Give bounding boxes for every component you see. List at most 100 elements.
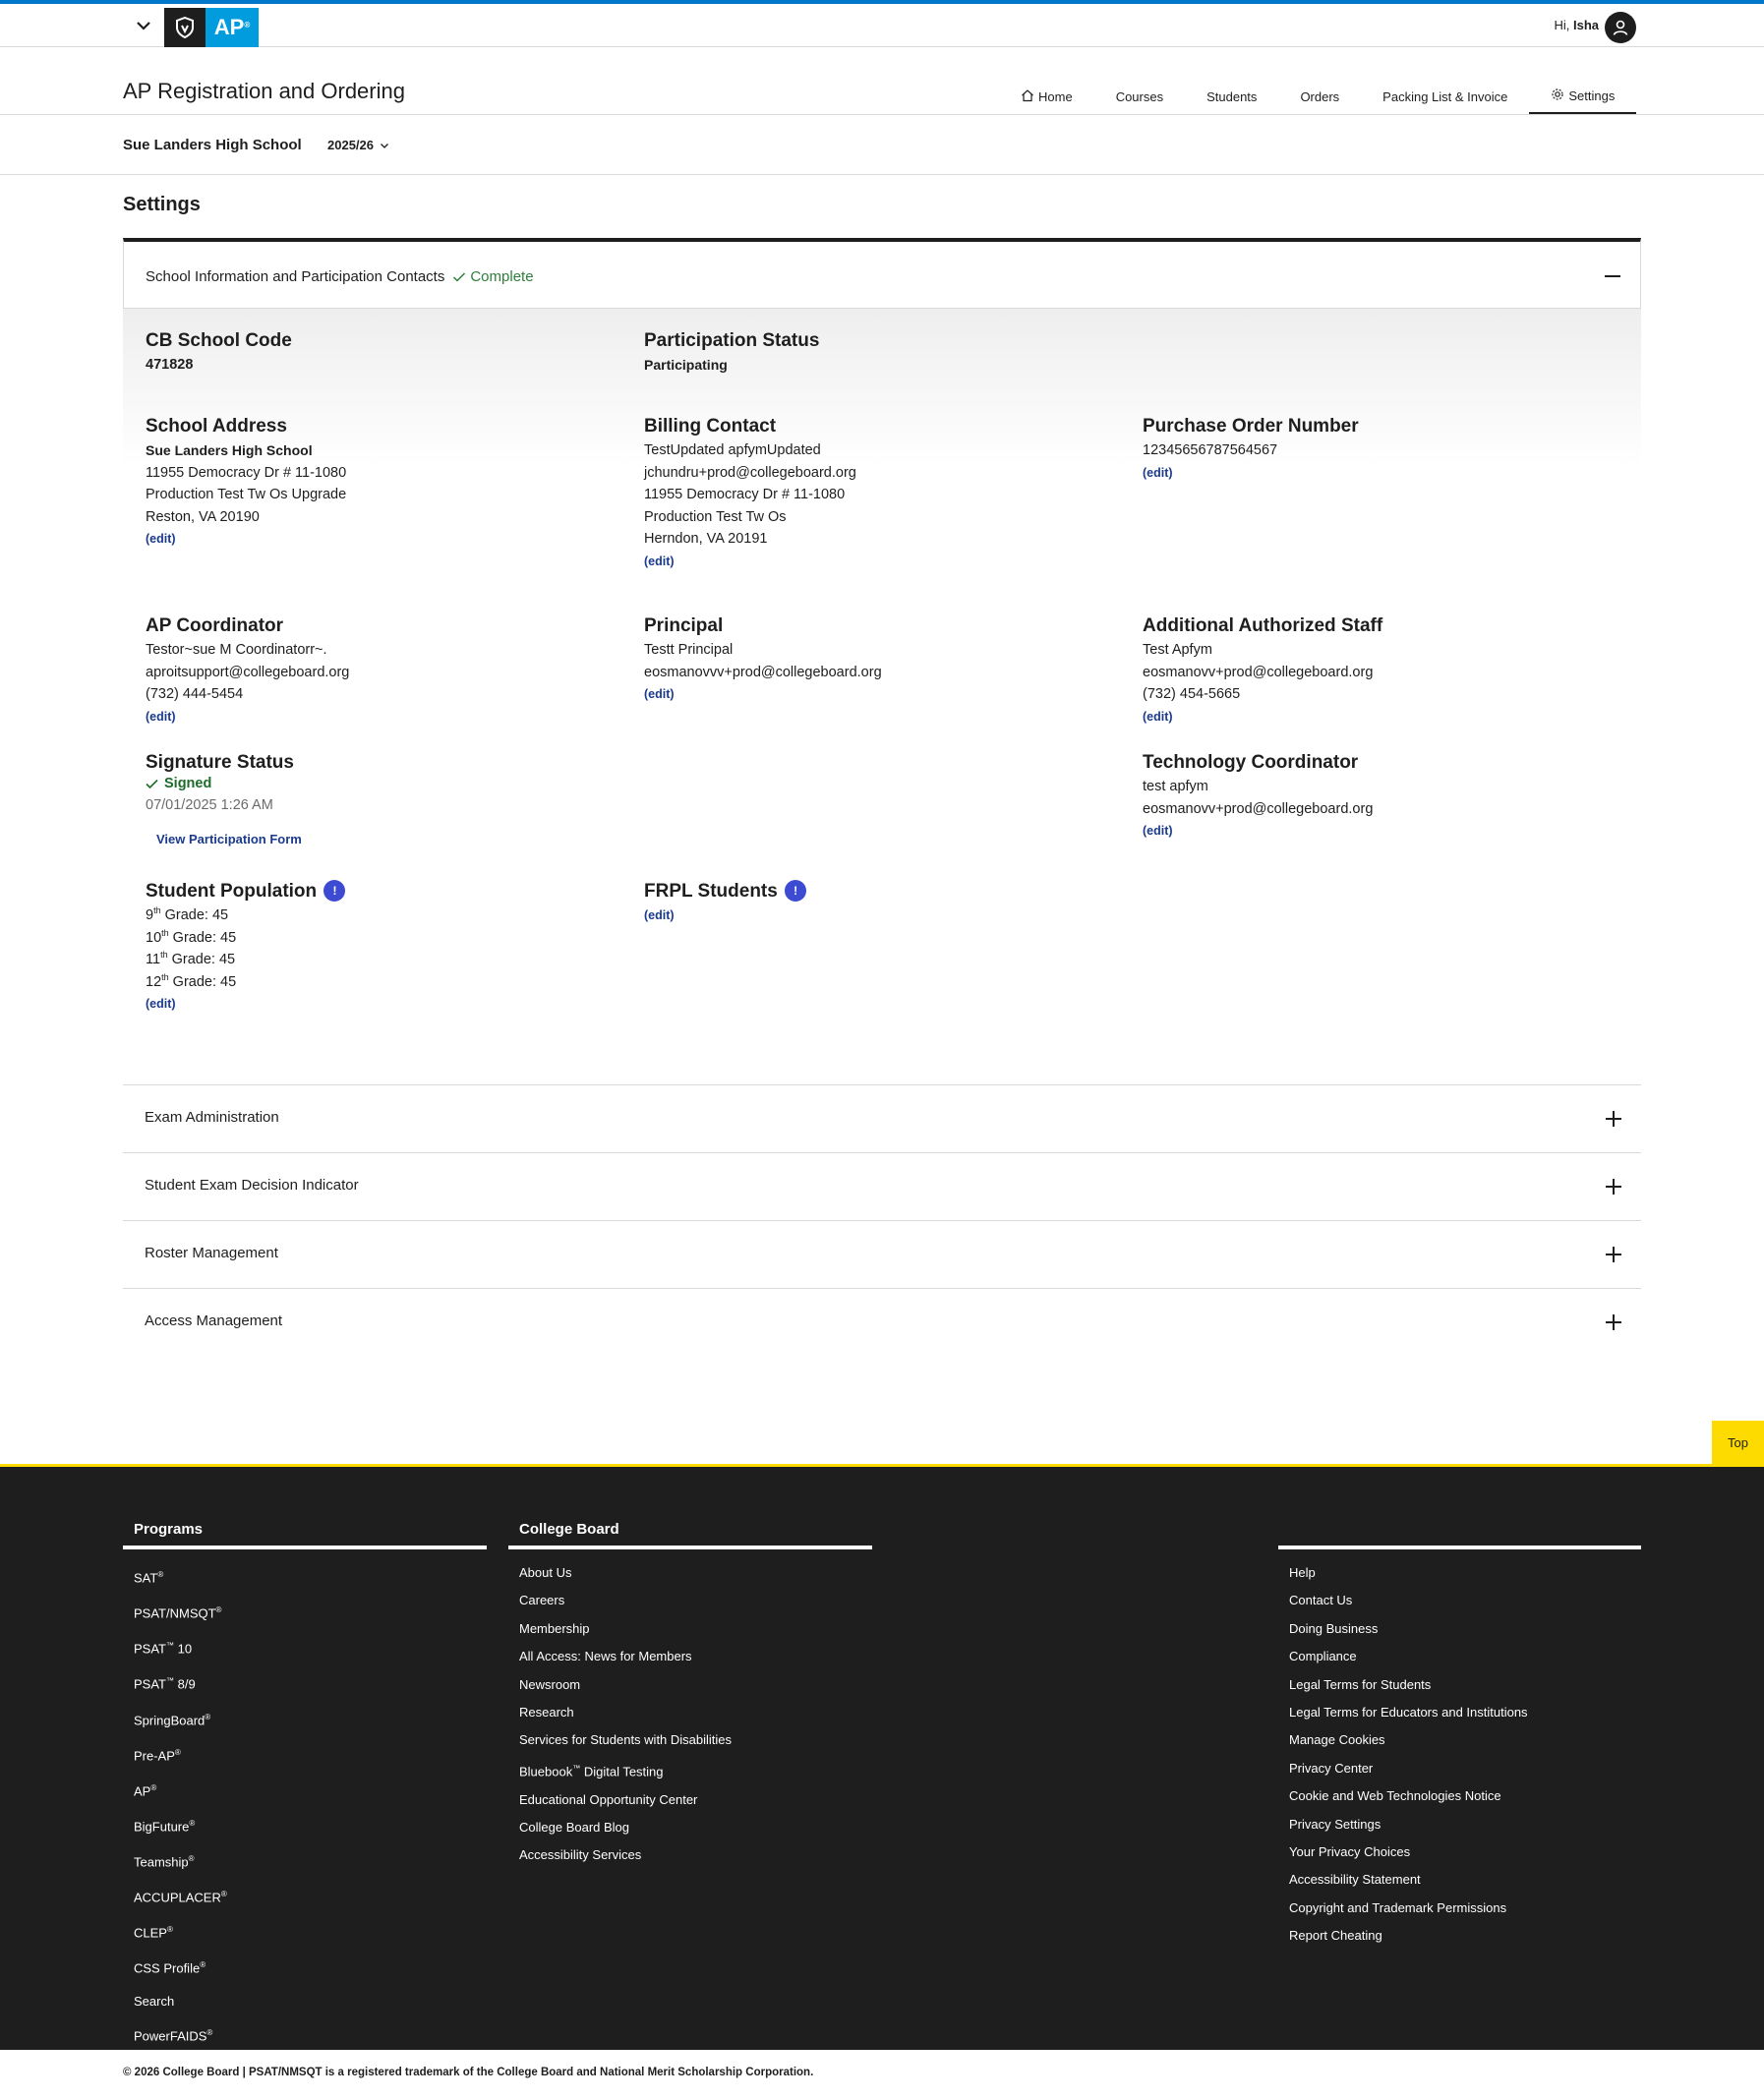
footer-link[interactable]: PSAT/NMSQT® bbox=[123, 1595, 487, 1630]
edit-frpl-link[interactable]: (edit) bbox=[644, 904, 806, 926]
accordion-roster-management[interactable]: Roster Management bbox=[123, 1220, 1641, 1288]
nav-home[interactable]: Home bbox=[999, 79, 1094, 114]
accordion-student-exam-decision[interactable]: Student Exam Decision Indicator bbox=[123, 1152, 1641, 1220]
footer-link[interactable]: Your Privacy Choices bbox=[1278, 1838, 1641, 1866]
divider bbox=[1278, 1546, 1641, 1549]
footer-link[interactable]: PSAT™ 10 bbox=[123, 1630, 487, 1665]
po-number-block: Purchase Order Number 12345656787564567 … bbox=[1143, 416, 1359, 484]
divider bbox=[0, 114, 1764, 115]
view-participation-form-link[interactable]: View Participation Form bbox=[156, 832, 302, 846]
footer-link[interactable]: Help bbox=[1278, 1559, 1641, 1587]
footer-link[interactable]: Services for Students with Disabilities bbox=[508, 1726, 872, 1754]
footer-link[interactable]: Pre-AP® bbox=[123, 1737, 487, 1773]
expand-icon[interactable] bbox=[1606, 1314, 1621, 1330]
footer-link[interactable]: Search bbox=[123, 1986, 487, 2018]
footer-link-text: About Us bbox=[519, 1565, 572, 1580]
footer-link[interactable]: CLEP® bbox=[123, 1914, 487, 1950]
additional-staff-block: Additional Authorized Staff Test Apfym e… bbox=[1143, 615, 1382, 728]
divider bbox=[508, 1546, 872, 1549]
footer-link[interactable]: Teamship® bbox=[123, 1843, 487, 1879]
footer-link[interactable]: Compliance bbox=[1278, 1643, 1641, 1670]
address-line: 11955 Democracy Dr # 11-1080 bbox=[146, 464, 347, 481]
student-population-heading: Student Population ! bbox=[146, 880, 346, 903]
footer-link[interactable]: PowerFAIDS® bbox=[123, 2017, 487, 2053]
nav-settings[interactable]: Settings bbox=[1529, 79, 1637, 114]
accordion-access-management[interactable]: Access Management bbox=[123, 1288, 1641, 1356]
footer-link-text: CLEP bbox=[134, 1925, 167, 1941]
avatar[interactable] bbox=[1605, 12, 1636, 43]
footer-link[interactable]: All Access: News for Members bbox=[508, 1643, 872, 1670]
footer-link[interactable]: Legal Terms for Students bbox=[1278, 1671, 1641, 1699]
footer-link[interactable]: SAT® bbox=[123, 1559, 487, 1595]
footer-link-text: Services for Students with Disabilities bbox=[519, 1732, 733, 1748]
footer-link[interactable]: PSAT™ 8/9 bbox=[123, 1665, 487, 1701]
footer-link[interactable]: Accessibility Statement bbox=[1278, 1866, 1641, 1894]
trademark-mark: ™ bbox=[166, 1641, 174, 1651]
back-to-top-button[interactable]: Top bbox=[1712, 1421, 1764, 1464]
expand-icon[interactable] bbox=[1606, 1111, 1621, 1127]
accordion-school-info[interactable]: School Information and Participation Con… bbox=[123, 238, 1641, 309]
footer-link[interactable]: Educational Opportunity Center bbox=[508, 1786, 872, 1814]
grade-number: 10 bbox=[146, 929, 162, 946]
billing-line: TestUpdated apfymUpdated bbox=[644, 442, 821, 458]
accordion-exam-administration[interactable]: Exam Administration bbox=[123, 1084, 1641, 1152]
grade-suffix: th bbox=[153, 905, 161, 915]
help-links-list: Help Contact Us Doing Business Compliance Le… bbox=[1278, 1559, 1641, 1951]
footer-link[interactable]: Legal Terms for Educators and Institutio… bbox=[1278, 1699, 1641, 1726]
footer-link[interactable]: Copyright and Trademark Permissions bbox=[1278, 1895, 1641, 1922]
edit-coordinator-link[interactable]: (edit) bbox=[146, 706, 349, 728]
ap-coordinator-label: AP Coordinator bbox=[146, 615, 284, 636]
expand-icon[interactable] bbox=[1606, 1179, 1621, 1195]
info-icon[interactable]: ! bbox=[323, 880, 346, 902]
footer-link-text: All Access: News for Members bbox=[519, 1649, 692, 1664]
footer-link[interactable]: Privacy Center bbox=[1278, 1755, 1641, 1782]
edit-principal-link[interactable]: (edit) bbox=[644, 683, 882, 705]
billing-line: Production Test Tw Os bbox=[644, 508, 787, 525]
info-icon[interactable]: ! bbox=[785, 880, 807, 902]
edit-staff-link[interactable]: (edit) bbox=[1143, 706, 1382, 728]
footer-link[interactable]: Privacy Settings bbox=[1278, 1811, 1641, 1838]
footer-link-text: Research bbox=[519, 1705, 574, 1721]
ap-logo[interactable]: AP ® bbox=[206, 8, 259, 47]
edit-billing-link[interactable]: (edit) bbox=[644, 551, 856, 572]
footer-link[interactable]: Accessibility Services bbox=[508, 1841, 872, 1869]
footer-link[interactable]: CSS Profile® bbox=[123, 1950, 487, 1985]
po-number-value: 12345656787564567 bbox=[1143, 442, 1278, 458]
footer-link-text: Careers bbox=[519, 1593, 565, 1608]
home-icon bbox=[1021, 88, 1034, 105]
year-select[interactable]: 2025/26 bbox=[327, 138, 389, 152]
footer-link[interactable]: Report Cheating bbox=[1278, 1922, 1641, 1950]
footer-link[interactable]: SpringBoard® bbox=[123, 1702, 487, 1737]
footer-link[interactable]: About Us bbox=[508, 1559, 872, 1587]
footer-link[interactable]: Bluebook™ Digital Testing bbox=[508, 1755, 872, 1786]
chevron-down-icon[interactable] bbox=[132, 14, 155, 37]
footer-link[interactable]: ACCUPLACER® bbox=[123, 1879, 487, 1914]
footer-programs: Programs SAT® PSAT/NMSQT® PSAT™ 10 PSAT™ 8/… bbox=[123, 1521, 487, 2053]
footer-link[interactable]: Careers bbox=[508, 1587, 872, 1614]
edit-population-link[interactable]: (edit) bbox=[146, 993, 345, 1015]
expand-icon[interactable] bbox=[1606, 1247, 1621, 1262]
footer-link[interactable]: Contact Us bbox=[1278, 1587, 1641, 1614]
footer-link[interactable]: AP® bbox=[123, 1773, 487, 1808]
college-board-logo[interactable] bbox=[164, 8, 206, 47]
footer-link[interactable]: Cookie and Web Technologies Notice bbox=[1278, 1782, 1641, 1810]
footer-link[interactable]: Manage Cookies bbox=[1278, 1726, 1641, 1754]
collapse-icon[interactable] bbox=[1605, 275, 1620, 277]
footer-link[interactable]: Newsroom bbox=[508, 1671, 872, 1699]
footer-link[interactable]: College Board Blog bbox=[508, 1814, 872, 1841]
nav-students[interactable]: Students bbox=[1185, 79, 1278, 114]
nav-courses[interactable]: Courses bbox=[1094, 79, 1185, 114]
edit-tech-link[interactable]: (edit) bbox=[1143, 820, 1373, 842]
edit-address-link[interactable]: (edit) bbox=[146, 528, 346, 550]
edit-po-link[interactable]: (edit) bbox=[1143, 462, 1359, 484]
footer-link[interactable]: Membership bbox=[508, 1615, 872, 1643]
grade-suffix: th bbox=[161, 927, 169, 938]
chevron-down-icon bbox=[381, 143, 388, 148]
footer-link[interactable]: Doing Business bbox=[1278, 1615, 1641, 1643]
participation-status-label: Participation Status bbox=[644, 330, 820, 351]
participation-status-block: Participation Status Participating bbox=[644, 330, 819, 377]
nav-orders[interactable]: Orders bbox=[1278, 79, 1361, 114]
footer-link[interactable]: BigFuture® bbox=[123, 1808, 487, 1843]
footer-link[interactable]: Research bbox=[508, 1699, 872, 1726]
nav-packing-list-invoice[interactable]: Packing List & Invoice bbox=[1361, 79, 1529, 114]
